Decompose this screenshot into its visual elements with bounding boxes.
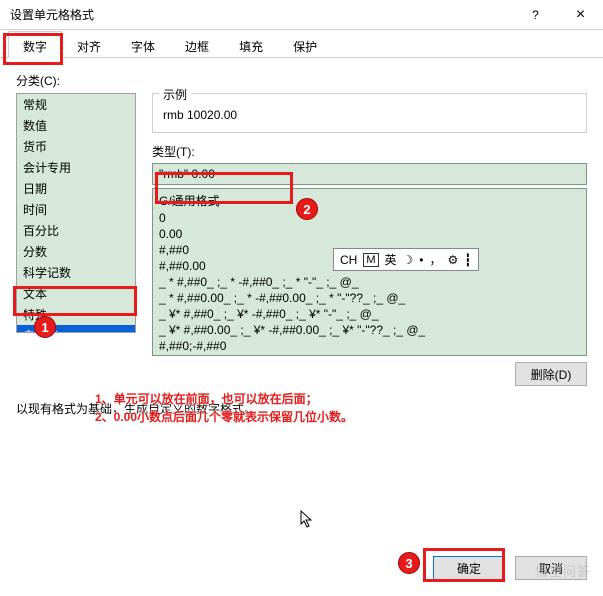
watermark: 悟空问答 bbox=[535, 561, 591, 580]
category-item[interactable]: 日期 bbox=[17, 178, 135, 199]
annotation-badge-1: 1 bbox=[34, 316, 56, 338]
format-item[interactable]: _ * #,##0.00_ ;_ * -#,##0.00_ ;_ * "-"??… bbox=[153, 290, 586, 306]
format-list[interactable]: G/通用格式00.00#,##0#,##0.00_ * #,##0_ ;_ * … bbox=[152, 188, 587, 356]
tab-border[interactable]: 边框 bbox=[170, 31, 224, 58]
ime-more-icon: ┇ bbox=[464, 253, 471, 267]
format-item[interactable]: G/通用格式 bbox=[153, 191, 586, 210]
ime-moon-icon: ☽ bbox=[403, 253, 414, 267]
annotation-badge-3: 3 bbox=[398, 552, 420, 574]
tab-protect[interactable]: 保护 bbox=[278, 31, 332, 58]
delete-button[interactable]: 删除(D) bbox=[515, 362, 587, 386]
category-label: 分类(C): bbox=[16, 72, 587, 89]
close-icon: × bbox=[576, 6, 585, 24]
ime-m: M bbox=[363, 253, 378, 267]
tab-fill[interactable]: 填充 bbox=[224, 31, 278, 58]
help-button[interactable]: ? bbox=[513, 0, 558, 30]
sample-label: 示例 bbox=[159, 86, 191, 103]
annotation-badge-2: 2 bbox=[296, 198, 318, 220]
format-item[interactable]: #,##0;[红色]-#,##0 bbox=[153, 354, 586, 356]
category-item[interactable]: 文本 bbox=[17, 283, 135, 304]
ime-comma-icon: ， bbox=[430, 251, 442, 268]
ime-gear-icon: ⚙ bbox=[448, 253, 459, 267]
ok-button[interactable]: 确定 bbox=[433, 556, 505, 580]
format-item[interactable]: #,##0;-#,##0 bbox=[153, 338, 586, 354]
format-item[interactable]: 0.00 bbox=[153, 226, 586, 242]
tab-number[interactable]: 数字 bbox=[8, 31, 62, 58]
type-input[interactable] bbox=[152, 163, 587, 185]
category-item[interactable]: 百分比 bbox=[17, 220, 135, 241]
sample-value: rmb 10020.00 bbox=[163, 102, 576, 124]
tab-bar: 数字 对齐 字体 边框 填充 保护 bbox=[0, 30, 603, 58]
category-item[interactable]: 常规 bbox=[17, 94, 135, 115]
close-button[interactable]: × bbox=[558, 0, 603, 30]
type-label: 类型(T): bbox=[152, 143, 587, 160]
help-icon: ? bbox=[532, 8, 539, 22]
annotation-text: 1、单元可以放在前面，也可以放在后面； 2、0.00小数点后面几个零就表示保留几… bbox=[95, 390, 353, 426]
category-list[interactable]: 常规数值货币会计专用日期时间百分比分数科学记数文本特殊自定义 bbox=[16, 93, 136, 333]
annotation-line-2: 2、0.00小数点后面几个零就表示保留几位小数。 bbox=[95, 408, 353, 426]
category-item[interactable]: 科学记数 bbox=[17, 262, 135, 283]
ime-toolbar[interactable]: CH M 英 ☽ • ， ⚙ ┇ bbox=[333, 248, 479, 271]
ime-ch: CH bbox=[340, 253, 357, 267]
ime-lang: 英 bbox=[385, 251, 397, 268]
category-item[interactable]: 会计专用 bbox=[17, 157, 135, 178]
cursor-icon bbox=[300, 510, 314, 528]
category-item[interactable]: 货币 bbox=[17, 136, 135, 157]
format-item[interactable]: _ ¥* #,##0_ ;_ ¥* -#,##0_ ;_ ¥* "-"_ ;_ … bbox=[153, 306, 586, 322]
ime-dot-icon: • bbox=[419, 253, 423, 267]
tab-font[interactable]: 字体 bbox=[116, 31, 170, 58]
window-title: 设置单元格格式 bbox=[10, 6, 513, 23]
category-item[interactable]: 时间 bbox=[17, 199, 135, 220]
format-item[interactable]: 0 bbox=[153, 210, 586, 226]
tab-align[interactable]: 对齐 bbox=[62, 31, 116, 58]
category-item[interactable]: 数值 bbox=[17, 115, 135, 136]
format-item[interactable]: _ * #,##0_ ;_ * -#,##0_ ;_ * "-"_ ;_ @_ bbox=[153, 274, 586, 290]
annotation-line-1: 1、单元可以放在前面，也可以放在后面； bbox=[95, 390, 353, 408]
category-item[interactable]: 分数 bbox=[17, 241, 135, 262]
format-item[interactable]: _ ¥* #,##0.00_ ;_ ¥* -#,##0.00_ ;_ ¥* "-… bbox=[153, 322, 586, 338]
sample-box: 示例 rmb 10020.00 bbox=[152, 93, 587, 133]
